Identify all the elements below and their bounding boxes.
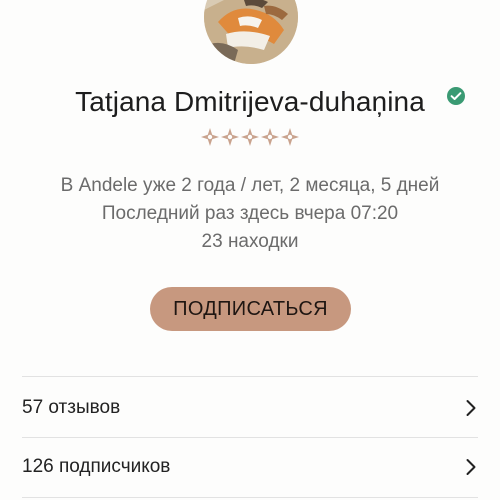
member-since-text: В Andele уже 2 года / лет, 2 месяца, 5 д… — [60, 175, 440, 196]
reviews-label: 57 отзывов — [22, 397, 121, 418]
reviews-row[interactable]: 57 отзывов — [22, 379, 478, 437]
divider — [22, 376, 478, 377]
verified-icon — [447, 87, 465, 105]
star-icon — [241, 128, 259, 146]
chevron-right-icon — [466, 400, 476, 416]
chevron-right-icon — [466, 459, 476, 475]
finds-count-text: 23 находки — [201, 231, 299, 252]
profile-page: Tatjana Dmitrijeva-duhaņina В Andele уже… — [0, 0, 500, 500]
star-icon — [221, 128, 239, 146]
avatar-image — [204, 0, 298, 64]
last-seen-text: Последний раз здесь вчера 07:20 — [101, 203, 399, 224]
profile-name: Tatjana Dmitrijeva-duhaņina — [75, 86, 425, 117]
followers-label: 126 подписчиков — [22, 456, 171, 477]
divider — [22, 497, 478, 498]
rating-stars — [0, 126, 500, 148]
star-icon — [281, 128, 299, 146]
profile-name-row: Tatjana Dmitrijeva-duhaņina — [0, 86, 500, 118]
star-icon — [261, 128, 279, 146]
avatar[interactable] — [204, 0, 298, 64]
follow-button[interactable]: ПОДПИСАТЬСЯ — [150, 287, 351, 331]
star-icon — [201, 128, 219, 146]
followers-row[interactable]: 126 подписчиков — [22, 438, 478, 496]
